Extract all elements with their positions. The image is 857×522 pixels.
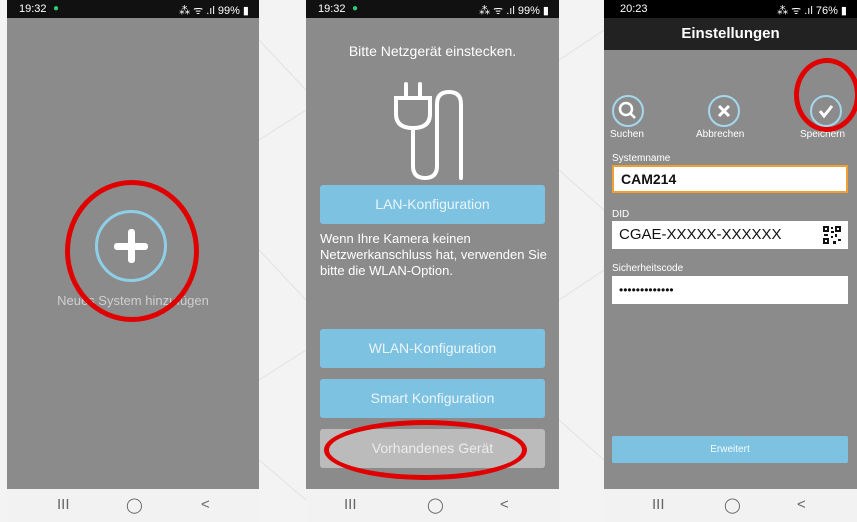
screen-content: Einstellungen Suchen Abbrechen Speichern… <box>604 18 857 489</box>
info-text: Wenn Ihre Kamera keinen Netzwerkanschlus… <box>320 231 547 278</box>
wlan-config-button[interactable]: WLAN-Konfiguration <box>320 329 545 368</box>
home-button[interactable]: ◯ <box>724 496 741 514</box>
recent-apps-button[interactable]: III <box>652 496 665 513</box>
phone-screen-add-system: 19:32 ● ⁂ ᯤ .ıl 99% ▮ Neues System hinzu… <box>7 0 259 522</box>
existing-device-button[interactable]: Vorhandenes Gerät <box>320 429 545 468</box>
lan-config-button[interactable]: LAN-Konfiguration <box>320 185 545 224</box>
status-indicators: ⁂ ᯤ .ıl 99% ▮ <box>179 5 249 17</box>
status-indicators: ⁂ ᯤ .ıl 99% ▮ <box>479 5 549 17</box>
status-dot-icon: ● <box>53 3 60 14</box>
did-input[interactable]: CGAE-XXXXX-XXXXXX <box>612 221 848 249</box>
system-name-label: Systemname <box>612 153 671 164</box>
did-value: CGAE-XXXXX-XXXXXX <box>619 226 782 243</box>
nav-bar: III ◯ < <box>7 489 259 522</box>
extended-button[interactable]: Erweitert <box>612 436 848 463</box>
add-system-label: Neues System hinzufügen <box>57 293 209 308</box>
power-plug-icon <box>394 82 463 181</box>
smart-config-button[interactable]: Smart Konfiguration <box>320 379 545 418</box>
page-title: Einstellungen <box>604 18 857 50</box>
checkmark-icon[interactable] <box>810 95 842 127</box>
screen-content: Neues System hinzufügen <box>7 18 259 489</box>
status-time: 20:23 <box>620 3 648 15</box>
status-bar: 20:23 ⁂ ᯤ .ıl 76% ▮ <box>604 0 857 18</box>
status-dot-icon: ● <box>352 3 359 14</box>
add-system-button[interactable] <box>95 210 167 282</box>
back-button[interactable]: < <box>500 496 509 513</box>
system-name-input[interactable]: CAM214 <box>612 165 848 193</box>
phone-screen-connection-setup: 19:32 ● ⁂ ᯤ .ıl 99% ▮ Bitte Netzgerät ei… <box>306 0 559 522</box>
search-label[interactable]: Suchen <box>610 129 644 140</box>
nav-bar: III ◯ < <box>604 489 857 522</box>
back-button[interactable]: < <box>201 496 210 513</box>
recent-apps-button[interactable]: III <box>57 496 70 513</box>
toolbar: Suchen Abbrechen Speichern <box>604 50 857 150</box>
status-bar: 19:32 ● ⁂ ᯤ .ıl 99% ▮ <box>7 0 259 18</box>
back-button[interactable]: < <box>797 496 806 513</box>
home-button[interactable]: ◯ <box>427 496 444 514</box>
status-time: 19:32 <box>19 3 47 15</box>
status-time: 19:32 <box>318 3 346 15</box>
screen-content: Bitte Netzgerät einstecken. LAN-Konfigur… <box>306 18 559 489</box>
qr-code-icon[interactable] <box>822 225 842 245</box>
security-code-input[interactable]: ••••••••••••• <box>612 276 848 304</box>
phone-screen-settings: 20:23 ⁂ ᯤ .ıl 76% ▮ Einstellungen Suchen… <box>604 0 857 522</box>
save-label[interactable]: Speichern <box>800 129 845 140</box>
status-indicators: ⁂ ᯤ .ıl 76% ▮ <box>777 5 847 17</box>
plus-icon-vertical <box>128 229 135 263</box>
cancel-label[interactable]: Abbrechen <box>696 129 744 140</box>
search-icon[interactable] <box>612 95 644 127</box>
settings-form: Systemname CAM214 DID CGAE-XXXXX-XXXXXX … <box>604 150 857 489</box>
recent-apps-button[interactable]: III <box>344 496 357 513</box>
nav-bar: III ◯ < <box>306 489 559 522</box>
status-bar: 19:32 ● ⁂ ᯤ .ıl 99% ▮ <box>306 0 559 18</box>
page-title: Bitte Netzgerät einstecken. <box>348 43 517 59</box>
home-button[interactable]: ◯ <box>126 496 143 514</box>
security-code-label: Sicherheitscode <box>612 263 684 274</box>
close-icon[interactable] <box>708 95 740 127</box>
did-label: DID <box>612 209 630 220</box>
